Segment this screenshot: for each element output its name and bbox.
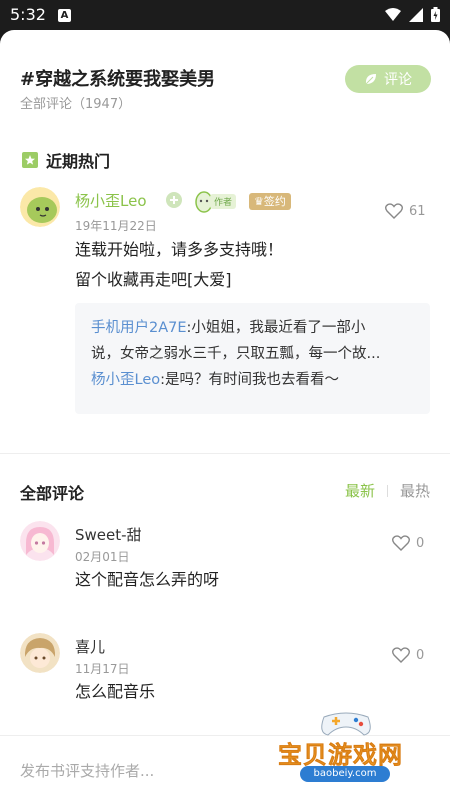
hot-comment-line: 留个收藏再走吧[大爱]	[75, 270, 232, 289]
level-icon	[166, 192, 182, 208]
comment-count: 全部评论（1947）	[20, 97, 132, 112]
comment-date: 02月01日	[75, 550, 130, 564]
reply-user[interactable]: 杨小歪Leo	[91, 372, 160, 388]
hot-like-count: 61	[409, 203, 426, 219]
reply-box[interactable]: 手机用户2A7E:小姐姐，我最近看了一部小 说，女帝之弱水三千，只取五瓢，每一个…	[75, 303, 430, 414]
reply-item-continued: 说，女帝之弱水三千，只取五瓢，每一个故...	[91, 346, 381, 362]
watermark-logo: 宝贝游戏网 baobeiy.com	[272, 711, 422, 800]
section-divider	[0, 453, 450, 454]
sort-hottest-tab[interactable]: 最热	[400, 480, 430, 501]
book-title: #穿越之系统要我娶美男	[20, 69, 216, 90]
comment-text: 这个配音怎么弄的呀	[75, 570, 220, 589]
reply-user[interactable]: 手机用户2A7E	[91, 320, 187, 336]
sort-separator	[386, 484, 388, 497]
crown-icon: ♛	[254, 195, 264, 208]
comment-input[interactable]: 发布书评支持作者...	[20, 760, 154, 781]
watermark-text: 宝贝游戏网	[278, 741, 403, 770]
signed-badge: ♛签约	[249, 193, 291, 210]
comment-text: 怎么配音乐	[75, 682, 156, 701]
write-comment-button[interactable]: 评论	[345, 65, 431, 93]
avatar[interactable]	[20, 633, 60, 673]
sort-newest-tab[interactable]: 最新	[345, 480, 375, 501]
heart-icon	[392, 535, 410, 551]
hot-comment-author[interactable]: 杨小歪Leo	[75, 190, 147, 211]
heart-icon	[392, 647, 410, 663]
author-tag: 作者	[210, 193, 237, 209]
battery-icon	[431, 7, 440, 22]
avatar[interactable]	[20, 521, 60, 561]
reply-text: :是吗？有时间我也去看看～	[160, 372, 340, 388]
reply-text: :小姐姐，我最近看了一部小	[186, 320, 366, 336]
comment-author[interactable]: 喜儿	[75, 636, 105, 657]
star-bookmark-icon	[22, 152, 38, 168]
signed-tag: 签约	[263, 195, 286, 208]
reply-item: 杨小歪Leo:是吗？有时间我也去看看～	[91, 367, 414, 393]
sort-toggle: 最新 最热	[345, 480, 430, 501]
status-icons	[385, 7, 440, 22]
status-time: 5:32	[10, 5, 46, 24]
notification-icon: A	[58, 9, 71, 22]
wifi-icon	[385, 7, 401, 21]
hot-comment-line: 连载开始啦，请多多支持哦！	[75, 240, 284, 259]
like-count: 0	[416, 535, 425, 551]
hot-comment-date: 19年11月22日	[75, 219, 157, 233]
like-count: 0	[416, 647, 425, 663]
comment-author[interactable]: Sweet-甜	[75, 524, 142, 545]
signal-icon	[409, 7, 423, 22]
hot-comment-text: 连载开始啦，请多多支持哦！ 留个收藏再走吧[大爱]	[75, 235, 283, 295]
comments-sheet: #穿越之系统要我娶美男 全部评论（1947） 评论 近期热门 杨小歪Leo 作者…	[0, 30, 450, 800]
comment-date: 11月17日	[75, 662, 130, 676]
all-comments-heading: 全部评论	[20, 484, 85, 503]
hot-like-button[interactable]: 61	[385, 203, 426, 219]
pea-avatar-icon	[20, 187, 60, 227]
hot-heading-text: 近期热门	[46, 152, 111, 171]
anime-girl-avatar-icon	[20, 521, 60, 561]
watermark-url: baobeiy.com	[300, 766, 390, 782]
like-button[interactable]: 0	[392, 647, 424, 663]
author-badge: 作者	[194, 189, 237, 213]
avatar[interactable]	[20, 187, 60, 227]
like-button[interactable]: 0	[392, 535, 424, 551]
leaf-icon	[365, 74, 376, 85]
anime-boy-avatar-icon	[20, 633, 60, 673]
hot-section-heading: 近期热门	[22, 148, 110, 172]
reply-item: 手机用户2A7E:小姐姐，我最近看了一部小	[91, 315, 414, 341]
write-comment-label: 评论	[384, 72, 412, 88]
status-bar: 5:32 A	[0, 0, 450, 30]
heart-icon	[385, 203, 403, 219]
